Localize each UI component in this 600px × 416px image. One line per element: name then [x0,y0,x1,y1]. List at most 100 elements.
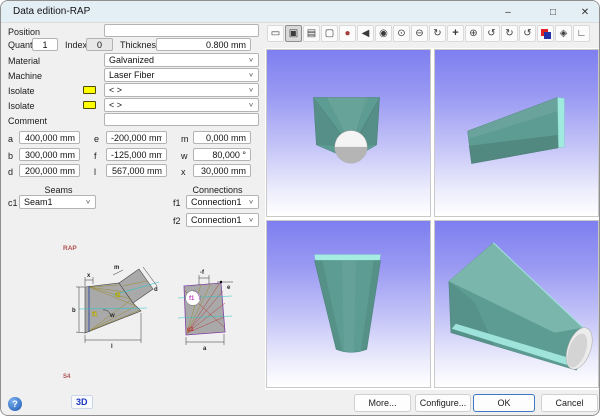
diagram-left-figure: f1 f2 w x m d b l [72,265,159,350]
dim-w-input[interactable] [193,148,251,161]
dim-m-label: m [181,134,189,144]
dim-x-input[interactable] [193,164,251,177]
isolate1-dropdown[interactable]: < > ∨ [104,83,259,97]
diagram-f2-label: f2 [115,293,121,299]
index-label: Index [65,40,87,50]
view-toolbar: ▭ ▣ ▤ ▢ ● ◀ ◉ ⊙ ⊖ ↻ + ⊕ ↺ ↻ ↺ ◈ ∟ [267,25,590,42]
axes-icon[interactable]: ∟ [573,25,590,42]
view-direction-icon[interactable]: ◀ [357,25,374,42]
rotate-y-icon[interactable]: ↻ [501,25,518,42]
connection-f1-dropdown[interactable]: Connection1 ∨ [186,195,259,209]
more-button[interactable]: More... [354,394,411,412]
machine-dropdown[interactable]: Laser Fiber ∨ [104,68,259,82]
thickness-label: Thickness [120,40,161,50]
titlebar[interactable]: Data edition-RAP – □ ✕ [1,1,599,23]
zoom-out-icon[interactable]: ⊖ [411,25,428,42]
diagram-m-label: m [114,265,119,271]
form-panel: Position Quantity Index Thickness Materi… [1,23,263,416]
seam-c1-value: Seam1 [24,197,53,207]
viewport-top-view[interactable] [266,220,431,388]
comment-input[interactable] [104,113,259,126]
chevron-down-icon: ∨ [248,199,254,205]
dim-l-input[interactable] [106,164,167,177]
chevron-down-icon: ∨ [85,199,91,205]
minimize-icon: – [505,7,511,18]
cancel-button[interactable]: Cancel [541,394,598,412]
connections-header: Connections [176,185,259,195]
dim-f-label: f [94,151,97,161]
dim-b-input[interactable] [19,148,80,161]
isolate1-label: Isolate [8,86,35,96]
isolate2-value: < > [109,100,122,110]
dim-e-input[interactable] [106,131,167,144]
machine-label: Machine [8,71,42,81]
diagram-l-label: l [111,344,113,350]
material-value: Galvanized [109,55,154,65]
configure-button[interactable]: Configure... [415,394,471,412]
render-icon[interactable]: ◈ [555,25,572,42]
index-field [86,38,113,51]
maximize-icon: □ [550,7,556,18]
position-input[interactable] [104,24,259,37]
window-title: Data edition-RAP [13,6,90,17]
viewport-side-view[interactable] [434,49,599,217]
isolate2-dropdown[interactable]: < > ∨ [104,98,259,112]
zoom-icon[interactable]: ◉ [375,25,392,42]
diagram-e-label: e [227,285,231,291]
dim-a-input[interactable] [19,131,80,144]
shaded-sphere-icon[interactable]: ● [339,25,356,42]
diagram-station-code: S4 [63,374,71,380]
help-icon: ? [12,399,18,409]
dim-a-label: a [8,134,13,144]
dim-m-input[interactable] [193,131,251,144]
dim-b-label: b [8,151,13,161]
isolate2-color-swatch[interactable] [83,101,96,109]
dim-e-label: e [94,134,99,144]
maximize-button[interactable]: □ [538,1,568,23]
comment-label: Comment [8,116,47,126]
position-label: Position [8,27,40,37]
data-edition-dialog: Data edition-RAP – □ ✕ Position Quantity… [0,0,600,416]
ok-button[interactable]: OK [473,394,535,412]
viewport-perspective-view[interactable] [434,220,599,388]
seams-header: Seams [21,185,96,195]
seam-c1-dropdown[interactable]: Seam1 ∨ [19,195,96,209]
isolate1-color-swatch[interactable] [83,86,96,94]
zoom-window-icon[interactable]: ⊙ [393,25,410,42]
flat-pattern-diagram: RAP S4 f1 f2 w [51,239,261,395]
solid-view-icon[interactable]: ▣ [285,25,302,42]
dim-d-label: d [8,167,13,177]
diagram-f1r-label: f1 [189,296,195,302]
help-button[interactable]: ? [8,397,22,411]
diagram-c1-label: c1 [187,327,194,333]
viewport-front-view[interactable] [266,49,431,217]
connection-f2-dropdown[interactable]: Connection1 ∨ [186,213,259,227]
zoom-region-icon[interactable]: ▢ [321,25,338,42]
rotate-x-icon[interactable]: ↺ [483,25,500,42]
pan-icon[interactable]: + [447,25,464,42]
c1-label: c1 [8,198,18,208]
close-button[interactable]: ✕ [570,1,600,23]
minimize-button[interactable]: – [493,1,523,23]
color-mode-icon[interactable] [537,25,554,42]
dim-f-input[interactable] [106,148,167,161]
zoom-extents-icon[interactable]: ⊕ [465,25,482,42]
material-dropdown[interactable]: Galvanized ∨ [104,53,259,67]
diagram-w-label: w [109,313,115,319]
connection-f1-value: Connection1 [191,197,242,207]
f1-label: f1 [173,198,181,208]
dim-l-label: l [94,167,96,177]
rotate-z-icon[interactable]: ↺ [519,25,536,42]
dim-w-label: w [181,151,188,161]
f2-label: f2 [173,216,181,226]
diagram-d-label: d [154,287,158,293]
wireframe-view-icon[interactable]: ▭ [267,25,284,42]
isolate1-value: < > [109,85,122,95]
dim-d-input[interactable] [19,164,80,177]
chevron-down-icon: ∨ [248,57,254,63]
view-mode-3d-button[interactable]: 3D [71,395,93,409]
refresh-icon[interactable]: ↻ [429,25,446,42]
quantity-input[interactable] [32,38,58,51]
thickness-input[interactable] [156,38,251,51]
copy-view-icon[interactable]: ▤ [303,25,320,42]
